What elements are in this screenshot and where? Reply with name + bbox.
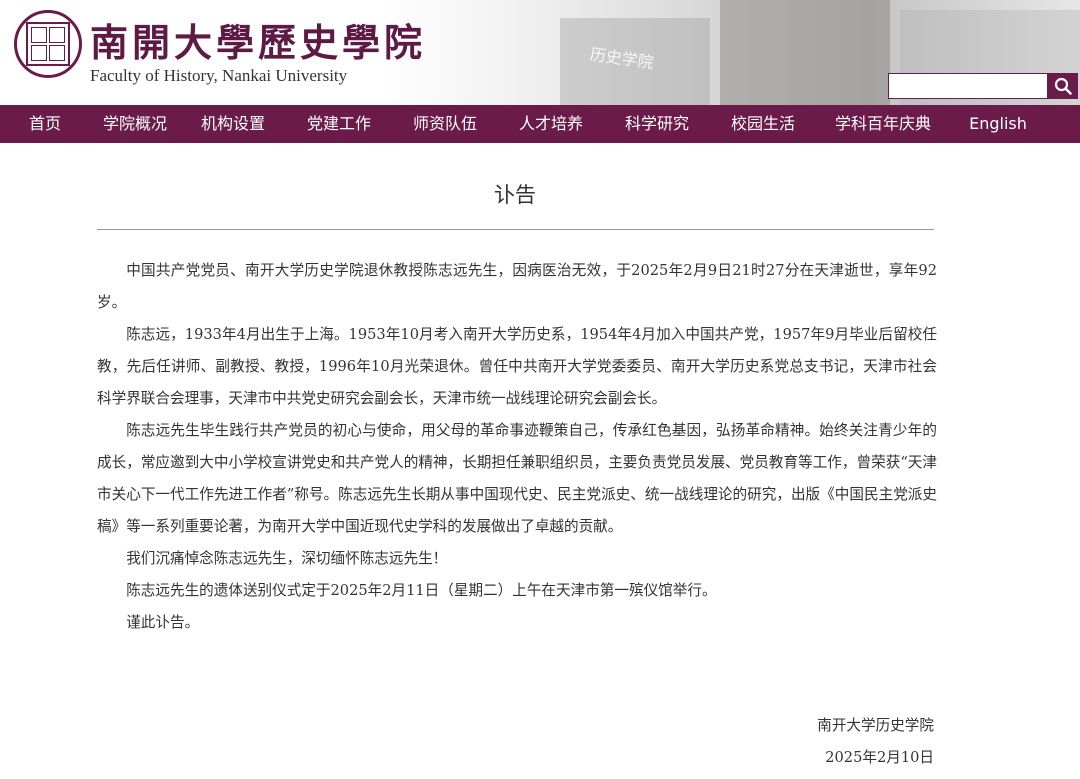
nav-item-about[interactable]: 学院概况 [90,105,180,143]
article-paragraph: 中国共产党党员、南开大学历史学院退休教授陈志远先生，因病医治无效，于2025年2… [97,262,937,311]
search-button[interactable] [1048,73,1078,99]
article-paragraph: 谨此讣告。 [126,614,200,631]
article-paragraph: 我们沉痛悼念陈志远先生，深切缅怀陈志远先生！ [126,550,448,567]
nav-item-centennial[interactable]: 学科百年庆典 [816,105,950,143]
article-signature: 南开大学历史学院 [817,717,934,734]
nav-item-research[interactable]: 科学研究 [604,105,710,143]
article-paragraph: 陈志远先生的遗体送别仪式定于2025年2月11日（星期二）上午在天津市第一殡仪馆… [126,582,717,599]
main-navigation: 首页 学院概况 机构设置 党建工作 师资队伍 人才培养 科学研究 校园生活 学科… [0,105,1080,143]
search-icon [1054,77,1072,95]
nav-item-departments[interactable]: 机构设置 [180,105,286,143]
site-header: 历史学院 南開大學歷史學院 Faculty of History, Nankai… [0,0,1080,105]
article-body: 中国共产党党员、南开大学历史学院退休教授陈志远先生，因病医治无效，于2025年2… [97,255,937,639]
logo-english-name[interactable]: Faculty of History, Nankai University [90,66,347,86]
banner-building [720,0,890,105]
article-paragraph: 陈志远先生毕生践行共产党员的初心与使命，用父母的革命事迹鞭策自己，传承红色基因，… [97,422,937,535]
nav-item-education[interactable]: 人才培养 [498,105,604,143]
search-input[interactable] [888,73,1048,99]
nav-item-faculty[interactable]: 师资队伍 [392,105,498,143]
logo-chinese-name[interactable]: 南開大學歷史學院 [90,12,426,67]
nav-item-home[interactable]: 首页 [0,105,90,143]
article-title: 讣告 [494,183,536,207]
nav-item-english[interactable]: English [950,105,1046,143]
nav-item-party-building[interactable]: 党建工作 [286,105,392,143]
article-content: 讣告 中国共产党党员、南开大学历史学院退休教授陈志远先生，因病医治无效，于202… [0,143,1080,779]
nav-item-campus-life[interactable]: 校园生活 [710,105,816,143]
article-date: 2025年2月10日 [825,749,934,766]
university-seal-icon[interactable] [14,10,82,78]
article-paragraph: 陈志远，1933年4月出生于上海。1953年10月考入南开大学历史系，1954年… [97,326,937,407]
article-signature-block: 南开大学历史学院 2025年2月10日 [817,710,934,774]
title-divider [97,229,934,230]
